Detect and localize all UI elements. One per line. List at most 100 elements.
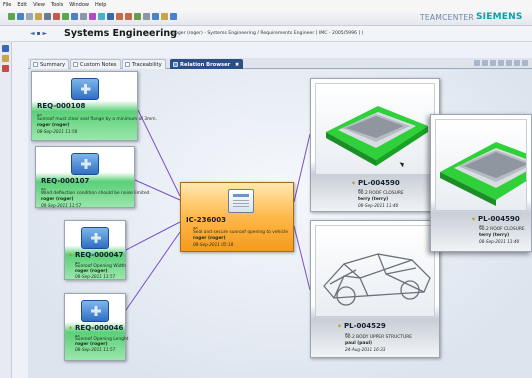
checkout-icon[interactable] (71, 13, 78, 20)
siemens-logo: SIEMENS (476, 12, 523, 22)
tab-custom-notes[interactable]: Custom Notes (70, 59, 121, 69)
card-date: 08-Sep-2011 11:40 (479, 239, 520, 244)
copy-icon[interactable] (26, 13, 33, 20)
cut-icon[interactable] (53, 13, 60, 20)
zoom-in-icon[interactable] (474, 60, 480, 66)
card-id: REQ-000107 (41, 177, 90, 185)
main-toolbar: TEAMCENTER SIEMENS (0, 9, 532, 26)
card-id: ✶ REQ-000046 (68, 324, 123, 332)
card-owner: roger (roger) (37, 123, 70, 128)
paste-icon[interactable] (35, 13, 42, 20)
refresh-icon[interactable] (17, 13, 24, 20)
application-header: ◄ ▪ ► Systems Engineering ( roger (roger… (0, 26, 532, 42)
summary-icon (33, 62, 38, 67)
teamcenter-logo: TEAMCENTER (420, 13, 475, 22)
card-owner: terry (terry) (479, 233, 510, 238)
tree-icon[interactable] (152, 13, 159, 20)
layout-icon[interactable] (498, 60, 504, 66)
card-description: 90.2 ROOF CLOSURE (358, 191, 404, 196)
chart-icon[interactable] (161, 13, 168, 20)
folder-icon[interactable] (2, 55, 9, 62)
requirement-icon (81, 227, 109, 249)
requirement-icon (70, 78, 99, 100)
menu-edit[interactable]: Edit (17, 2, 27, 8)
card-owner: roger (roger) (41, 197, 74, 202)
card-date: 24-Aug-2011 16:33 (345, 347, 386, 352)
part-card-pl-004590-preview[interactable]: ✶ PL-004590 aa 90.2 ROOF CLOSURE terry (t… (430, 114, 532, 252)
requirement-card-req-000047[interactable]: ✶ REQ-000047 aa Sunroof Opening Width rog… (64, 220, 126, 280)
requirement-icon (81, 300, 109, 322)
filter-icon[interactable] (134, 13, 141, 20)
card-id: ✶ PL-004529 (337, 322, 386, 330)
roof-model-icon (326, 106, 428, 166)
grid-icon[interactable] (143, 13, 150, 20)
card-date: 08-Sep-2011 11:40 (358, 203, 399, 208)
tab-bar: Summary Custom Notes Traceability Relati… (28, 58, 532, 69)
tab-traceability[interactable]: Traceability (122, 59, 166, 69)
tab-relation-browser[interactable]: Relation Browser ✖ (170, 59, 244, 69)
body-structure-image (315, 225, 435, 317)
redo-icon[interactable] (125, 13, 132, 20)
traceability-icon (125, 62, 130, 67)
change-item-card-ic-236003[interactable]: IC-236003 aa Seal and secure sunroof ope… (180, 182, 294, 252)
help-icon[interactable] (170, 13, 177, 20)
fit-icon[interactable] (490, 60, 496, 66)
card-description: 90.2 ROOF CLOSURE (479, 227, 525, 232)
notes-icon (73, 62, 78, 67)
minimize-icon[interactable] (514, 60, 520, 66)
menu-tools[interactable]: Tools (51, 2, 63, 8)
menu-window[interactable]: Window (69, 2, 89, 8)
part-card-pl-004529[interactable]: ✶ PL-004529 aa 90.2 BODY UPPER STRUCTURE … (310, 220, 440, 358)
checkin-icon[interactable] (62, 13, 69, 20)
requirement-card-req-000108[interactable]: REQ-000108 aa Sunroof must clear seal fl… (31, 71, 157, 141)
back-icon[interactable] (8, 13, 15, 20)
home-icon[interactable] (2, 45, 9, 52)
document-icon (228, 189, 254, 213)
zoom-out-icon[interactable] (482, 60, 488, 66)
tab-relation-browser-label: Relation Browser (180, 62, 231, 68)
card-owner: roger (roger) (193, 236, 226, 241)
send-icon[interactable] (98, 13, 105, 20)
stop-icon[interactable] (2, 65, 9, 72)
link-icon[interactable] (89, 13, 96, 20)
card-id-label: REQ-000046 (75, 324, 124, 332)
part-icon: ✶ (351, 180, 357, 187)
requirement-card-req-000046[interactable]: ✶ REQ-000046 aa Sunroof Opening Lenght ro… (64, 293, 128, 361)
card-id: ✶ PL-004590 (351, 179, 400, 187)
card-id: ✶ REQ-000047 (68, 251, 123, 259)
card-description: Wind deflection condition should be nois… (41, 191, 151, 196)
close-icon[interactable]: ✖ (235, 62, 239, 68)
menu-view[interactable]: View (33, 2, 45, 8)
star-icon: ✶ (68, 252, 74, 259)
star-icon: ✶ (68, 325, 74, 332)
part-icon: ✶ (337, 323, 343, 330)
card-id-label: REQ-000047 (75, 251, 124, 259)
undo-icon[interactable] (116, 13, 123, 20)
menu-bar: File Edit View Tools Window Help (0, 0, 532, 9)
perspective-bar (0, 42, 12, 378)
save-icon[interactable] (107, 13, 114, 20)
card-date: 08-Sep-2011 11:57 (75, 274, 116, 279)
requirement-card-req-000107[interactable]: REQ-000107 aa Wind deflection condition … (35, 146, 151, 208)
maximize-icon[interactable] (522, 60, 528, 66)
card-description: Sunroof must clear seal flange by a mini… (37, 117, 157, 122)
tab-summary[interactable]: Summary (30, 59, 70, 69)
view-toolbar (474, 60, 528, 66)
part-icon: ✶ (471, 216, 477, 223)
menu-file[interactable]: File (3, 2, 11, 8)
menu-help[interactable]: Help (95, 2, 106, 8)
user-context: ( roger (roger) - Systems Engineering / … (170, 31, 364, 36)
roof-model-icon (440, 142, 526, 206)
roof-closure-image (315, 83, 435, 175)
part-card-pl-004590[interactable]: ✶ PL-004590 aa 90.2 ROOF CLOSURE terry (t… (310, 78, 440, 212)
print-icon[interactable] (80, 13, 87, 20)
toolbar-icons (8, 13, 177, 20)
relation-browser-icon (173, 62, 178, 67)
print-view-icon[interactable] (506, 60, 512, 66)
card-id-label: PL-004590 (358, 179, 400, 187)
card-date: 08-Sep-2011 11:58 (37, 129, 78, 134)
search-icon[interactable] (44, 13, 51, 20)
navigation-arrows[interactable]: ◄ ▪ ► (30, 30, 47, 37)
card-id: IC-236003 (186, 216, 227, 224)
card-date: 08-Sep-2011 11:57 (41, 203, 82, 208)
